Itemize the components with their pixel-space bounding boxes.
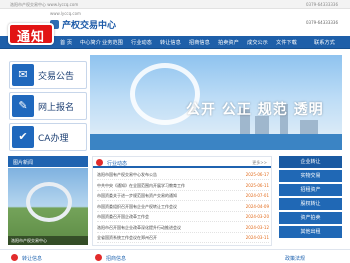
site-title[interactable]: 产权交易中心 [62, 18, 116, 31]
side-button-label: 网上报名 [38, 103, 75, 113]
news-date: 2024-07-01 [245, 193, 269, 198]
nav-item-transfer[interactable]: 转让信息 [160, 39, 181, 46]
nav-item-home[interactable]: 首 页 [60, 39, 72, 46]
top-bar: 洛阳市产权交易中心 www.lyccq.com 0379-64333336 [0, 0, 350, 9]
news-row[interactable]: 全省国资系统工作会议在郑州召开 2024-03-11 [97, 234, 269, 243]
transfer-info-title[interactable]: 转让信息 [22, 255, 42, 262]
investment-info-header: 招商信息 [92, 252, 272, 263]
news-row[interactable]: 市国资委关于进一步规范国有资产交易的通知 2024-07-01 [97, 192, 269, 201]
news-title[interactable]: 市国资委召开国企改革工作会 [97, 214, 227, 220]
news-date: 2024-04-09 [245, 203, 269, 209]
top-bar-right-text: 0379-64333336 [306, 2, 338, 7]
notice-badge[interactable]: 通知 [8, 23, 54, 45]
side-button-label: CA办理 [38, 134, 69, 144]
side-button-ca[interactable]: ✔ CA办理 [9, 123, 87, 151]
news-title[interactable]: 市国资委组织召开国有企业产权转让工作会议 [97, 204, 227, 210]
megaphone-icon: ✉ [12, 64, 34, 86]
industry-news-panel: 行业动态 更多>> 洛阳市国有产权交易中心发布公告 2025-06-17 中共中央《… [92, 156, 272, 246]
nav-item-contact[interactable]: 联系方式 [314, 39, 335, 46]
news-row[interactable]: 洛阳市国有产权交易中心发布公告 2025-06-17 [97, 171, 269, 180]
news-date: 2025-06-11 [245, 182, 269, 188]
hero-banner: 公开 公正 规范 透明 [90, 55, 342, 150]
nav-item-investment[interactable]: 招商信息 [189, 39, 210, 46]
top-bar-left-text: 洛阳市产权交易中心 www.lyccq.com [10, 2, 79, 7]
photo-caption: 洛阳市产权交易中心 [8, 236, 88, 245]
nav-item-auction[interactable]: 拍卖资产 [218, 39, 239, 46]
photo-news-header: 图片新闻 [8, 156, 88, 167]
side-button-label: 交易公告 [38, 72, 75, 82]
banner-building [300, 120, 318, 134]
quick-link-button[interactable]: 实物交易 [279, 170, 342, 182]
policy-header: 政策法规 [279, 252, 342, 263]
news-date: 2024-03-20 [245, 214, 269, 219]
site-url: www.lyccq.com [50, 11, 81, 16]
side-button-registration[interactable]: ✎ 网上报名 [9, 92, 87, 120]
notice-badge-label: 通知 [16, 30, 45, 45]
news-title[interactable]: 洛阳市召开国有企业改革深化提升行动推进会议 [97, 225, 227, 231]
news-date: 2024-03-12 [245, 224, 269, 230]
news-row[interactable]: 中共中央《通知》在全国范围内开展学习教育工作 2025-06-11 [97, 182, 269, 191]
news-row[interactable]: 市国资委召开国企改革工作会 2024-03-20 [97, 213, 269, 222]
news-title[interactable]: 全省国资系统工作会议在郑州召开 [97, 235, 227, 241]
nav-item-business[interactable]: 业务范围 [102, 39, 123, 46]
more-link[interactable]: 更多>> [252, 160, 267, 166]
quick-link-button[interactable]: 其他出租 [279, 226, 342, 238]
banner-slogan: 公开 公正 规范 透明 [186, 102, 324, 118]
news-title[interactable]: 洛阳市国有产权交易中心发布公告 [97, 172, 227, 178]
nav-item-about[interactable]: 中心简介 [80, 39, 101, 46]
news-row[interactable]: 市国资委组织召开国有企业产权转让工作会议 2024-04-09 [97, 203, 269, 212]
quick-link-button[interactable]: 资产拍卖 [279, 212, 342, 224]
investment-info-title[interactable]: 招商信息 [106, 255, 126, 262]
news-date: 2025-06-17 [245, 172, 269, 177]
nav-item-deals[interactable]: 成交公示 [247, 39, 268, 46]
ca-cert-icon: ✔ [12, 126, 34, 148]
news-row[interactable]: 洛阳市召开国有企业改革深化提升行动推进会议 2024-03-12 [97, 224, 269, 233]
quick-link-button[interactable]: 招租资产 [279, 184, 342, 196]
bullet-icon [95, 254, 102, 261]
transfer-info-header: 转让信息 [8, 252, 88, 263]
news-title[interactable]: 中共中央《通知》在全国范围内开展学习教育工作 [97, 183, 227, 189]
news-date: 2024-03-11 [245, 235, 269, 240]
nav-item-industry[interactable]: 行业动态 [131, 39, 152, 46]
side-button-announcements[interactable]: ✉ 交易公告 [9, 61, 87, 89]
form-icon: ✎ [12, 95, 34, 117]
bullet-icon [11, 254, 18, 261]
industry-news-header: 行业动态 更多>> [93, 157, 271, 168]
news-title[interactable]: 市国资委关于进一步规范国有资产交易的通知 [97, 193, 227, 199]
photo-arch [26, 182, 72, 222]
industry-news-title[interactable]: 行业动态 [107, 160, 127, 167]
photo-news-title: 图片新闻 [13, 159, 34, 166]
policy-title[interactable]: 政策法规 [285, 255, 305, 262]
bullet-icon [96, 159, 103, 166]
lower-section-headers: 转让信息 招商信息 政策法规 [0, 249, 350, 263]
photo-news-image[interactable]: 洛阳市产权交易中心 [8, 168, 88, 245]
banner-water [90, 134, 342, 150]
nav-item-downloads[interactable]: 文件下载 [276, 39, 297, 46]
quick-link-button[interactable]: 企业转让 [279, 156, 342, 168]
quick-link-button[interactable]: 股权转让 [279, 198, 342, 210]
hotline: 0379-64333336 [306, 20, 338, 25]
